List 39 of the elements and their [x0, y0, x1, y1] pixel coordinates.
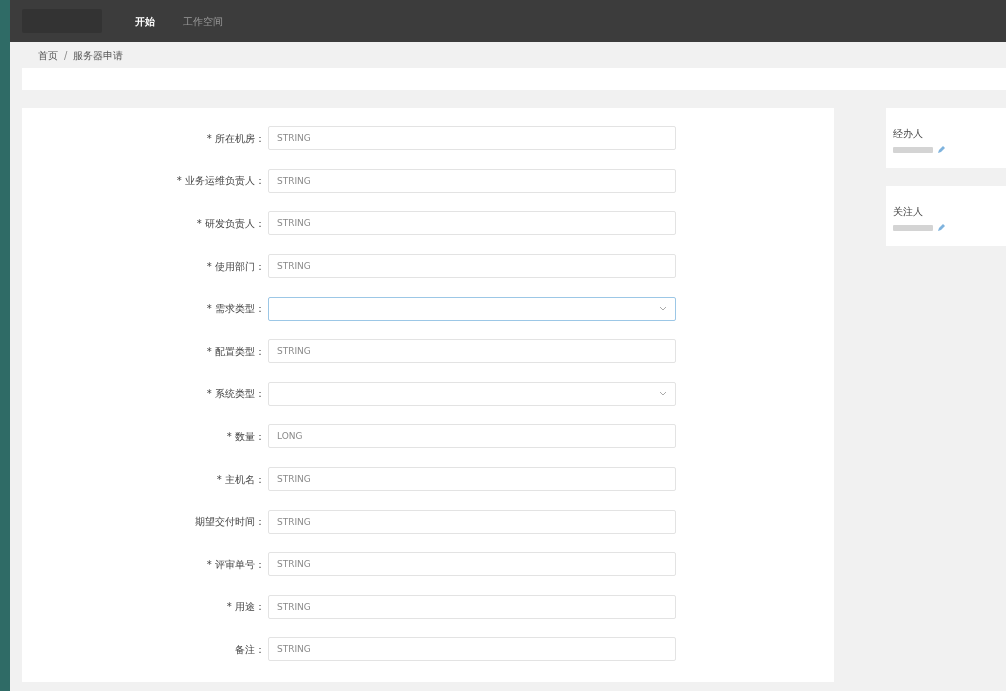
field-label: * 数量：	[226, 429, 265, 444]
field-label: * 主机名：	[216, 472, 265, 487]
field-label: * 用途：	[226, 600, 265, 615]
card-title: 关注人	[893, 205, 924, 219]
field-label: * 配置类型：	[206, 344, 265, 359]
field-label: * 需求类型：	[206, 302, 265, 317]
breadcrumb-link[interactable]: 服务器申请	[73, 47, 124, 63]
breadcrumb-separator: /	[64, 48, 68, 63]
input-field[interactable]: STRING	[268, 594, 676, 619]
input-field[interactable]: STRING	[268, 126, 676, 151]
input-field[interactable]: STRING	[268, 254, 676, 279]
input-field[interactable]: STRING	[268, 552, 676, 577]
field-label: * 评审单号：	[206, 557, 265, 572]
field-label: * 使用部门：	[206, 259, 265, 274]
nav-tab[interactable]: 开始	[135, 13, 155, 29]
select-field[interactable]	[268, 296, 676, 321]
chevron-down-icon	[659, 391, 667, 397]
redacted-bar	[893, 146, 933, 153]
field-label: 期望交付时间：	[195, 515, 265, 530]
field-label: * 所在机房：	[206, 131, 265, 146]
input-field[interactable]: STRING	[268, 339, 676, 364]
pencil-icon[interactable]	[937, 145, 946, 154]
pencil-icon[interactable]	[937, 223, 946, 232]
input-field[interactable]: STRING	[268, 637, 676, 662]
input-field[interactable]: STRING	[268, 168, 676, 193]
chevron-down-icon	[659, 306, 667, 312]
breadcrumb-link[interactable]: 首页	[38, 47, 58, 63]
input-field[interactable]: STRING	[268, 211, 676, 236]
card-title: 经办人	[893, 127, 924, 141]
field-label: * 系统类型：	[206, 387, 265, 402]
input-field[interactable]: STRING	[268, 509, 676, 534]
field-label: * 研发负责人：	[196, 217, 265, 231]
nav-tab[interactable]: 工作空间	[183, 13, 223, 29]
select-field[interactable]	[268, 381, 676, 406]
input-field[interactable]: STRING	[268, 467, 676, 492]
field-label: * 业务运维负责人：	[176, 174, 265, 189]
redacted-bar	[893, 224, 933, 231]
input-field[interactable]: LONG	[268, 424, 676, 449]
field-label: 备注：	[235, 642, 265, 657]
